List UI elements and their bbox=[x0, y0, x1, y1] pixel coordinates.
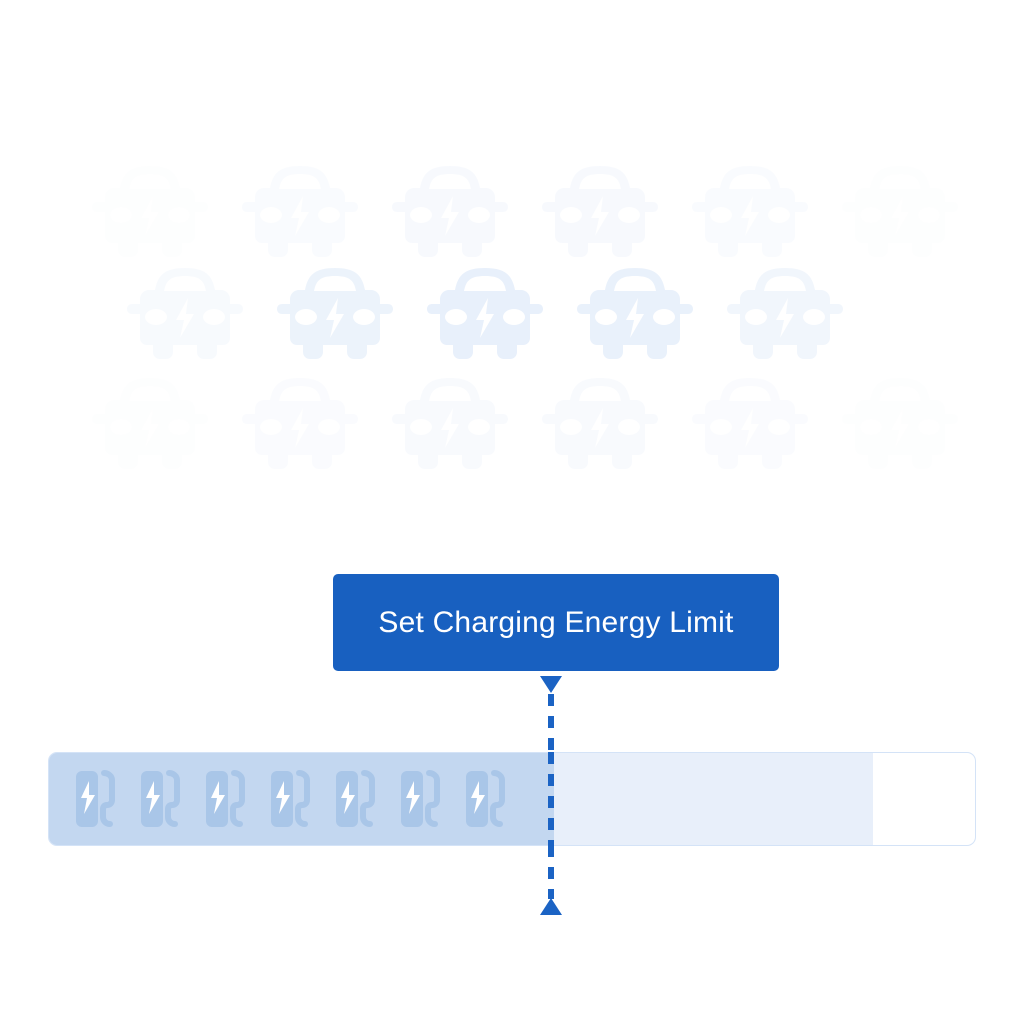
ev-charging-station-icon bbox=[389, 753, 454, 845]
ev-charging-station-icon bbox=[194, 753, 259, 845]
dashed-connector-upper bbox=[548, 694, 554, 754]
car-pattern-row bbox=[0, 150, 1024, 270]
electric-car-icon bbox=[375, 150, 525, 270]
dashed-connector-over-bar bbox=[548, 752, 554, 846]
triangle-down-icon bbox=[540, 676, 562, 693]
electric-car-icon bbox=[525, 150, 675, 270]
cta-button-label: Set Charging Energy Limit bbox=[378, 605, 734, 639]
ev-charging-station-icon bbox=[454, 753, 519, 845]
ev-charging-station-icon bbox=[64, 753, 129, 845]
charging-energy-limit-bar[interactable] bbox=[48, 752, 976, 846]
electric-car-icon bbox=[260, 252, 410, 372]
electric-car-icon bbox=[75, 362, 225, 482]
electric-car-icon bbox=[560, 252, 710, 372]
electric-car-icon bbox=[825, 362, 975, 482]
charging-limit-illustration: Set Charging Energy Limit bbox=[0, 0, 1024, 1024]
electric-car-icon bbox=[225, 150, 375, 270]
ev-charging-station-icon bbox=[324, 753, 389, 845]
set-charging-energy-limit-button[interactable]: Set Charging Energy Limit bbox=[333, 574, 779, 671]
electric-car-icon bbox=[675, 362, 825, 482]
electric-car-icon bbox=[75, 150, 225, 270]
electric-car-icon bbox=[410, 252, 560, 372]
electric-car-icon bbox=[825, 150, 975, 270]
electric-car-icon bbox=[225, 362, 375, 482]
electric-car-icon bbox=[525, 362, 675, 482]
electric-car-icon bbox=[110, 252, 260, 372]
electric-car-icon bbox=[675, 150, 825, 270]
car-pattern-row bbox=[0, 252, 1024, 372]
car-pattern-background bbox=[0, 0, 1024, 1024]
ev-charging-station-icon bbox=[259, 753, 324, 845]
triangle-up-icon bbox=[540, 898, 562, 915]
car-pattern-row bbox=[0, 362, 1024, 482]
ev-charging-station-icon bbox=[129, 753, 194, 845]
dashed-connector-lower bbox=[548, 845, 554, 899]
charging-station-icon-strip bbox=[49, 753, 975, 845]
electric-car-icon bbox=[710, 252, 860, 372]
electric-car-icon bbox=[375, 362, 525, 482]
